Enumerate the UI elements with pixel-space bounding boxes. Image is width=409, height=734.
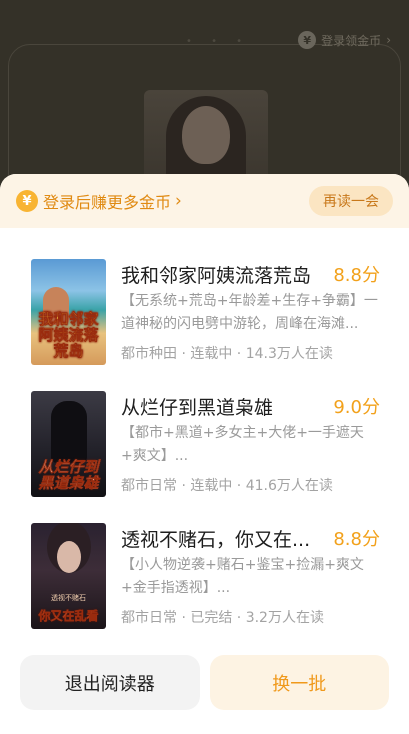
book-meta: 都市种田 · 连载中 · 14.3万人在读 xyxy=(121,346,333,362)
book-item[interactable]: 我和邻家阿姨流落荒岛 我和邻家阿姨流落荒岛 8.8分 【无系统+荒岛+年龄差+生… xyxy=(0,259,409,391)
book-description: 【无系统+荒岛+年龄差+生存+争霸】一道神秘的闪电劈中游轮，周峰在海滩... xyxy=(121,293,378,332)
book-meta: 都市日常 · 已完结 · 3.2万人在读 xyxy=(121,610,324,626)
book-list: 我和邻家阿姨流落荒岛 我和邻家阿姨流落荒岛 8.8分 【无系统+荒岛+年龄差+生… xyxy=(0,228,409,655)
refresh-batch-button[interactable]: 换一批 xyxy=(209,655,389,710)
book-title: 透视不赌石，你又在... xyxy=(121,529,311,551)
book-title: 我和邻家阿姨流落荒岛 xyxy=(121,265,312,287)
action-bar: 退出阅读器 换一批 xyxy=(0,655,409,710)
book-meta: 都市日常 · 连载中 · 41.6万人在读 xyxy=(121,478,333,494)
recommendation-sheet: ¥ 登录后赚更多金币 › 再读一会 我和邻家阿姨流落荒岛 我和邻家阿姨流落荒岛 … xyxy=(0,174,409,734)
login-coin-label: 登录领金币 xyxy=(321,33,382,48)
coin-icon: ¥ xyxy=(16,190,38,212)
chevron-right-icon: › xyxy=(175,191,182,211)
cover-title: 我和邻家阿姨流落荒岛 xyxy=(38,310,99,360)
chevron-right-icon: › xyxy=(386,33,391,47)
login-coin-link[interactable]: ¥ 登录领金币 › xyxy=(298,31,391,49)
book-description: 【都市+黑道+多女主+大佬+一手遮天+爽文】... xyxy=(121,425,364,464)
read-more-button[interactable]: 再读一会 xyxy=(309,186,393,216)
login-banner[interactable]: ¥ 登录后赚更多金币 › 再读一会 xyxy=(0,174,409,228)
book-score: 9.0分 xyxy=(333,397,380,418)
book-item[interactable]: 透视不赌石 你又在乱看 透视不赌石，你又在... 8.8分 【小人物逆袭+赌石+… xyxy=(0,523,409,655)
exit-reader-button[interactable]: 退出阅读器 xyxy=(20,655,200,710)
cover-title: 从烂仔到黑道枭雄 xyxy=(38,458,99,492)
book-cover[interactable]: 我和邻家阿姨流落荒岛 xyxy=(31,259,106,365)
book-description: 【小人物逆袭+赌石+鉴宝+捡漏+爽文+金手指透视】... xyxy=(121,557,364,596)
book-score: 8.8分 xyxy=(333,265,380,286)
coin-icon: ¥ xyxy=(298,31,317,49)
book-cover[interactable]: 透视不赌石 你又在乱看 xyxy=(31,523,106,629)
login-banner-text: 登录后赚更多金币 xyxy=(43,193,172,212)
book-title: 从烂仔到黑道枭雄 xyxy=(121,397,274,419)
book-score: 8.8分 xyxy=(333,529,380,550)
cover-title: 你又在乱看 xyxy=(38,609,99,623)
book-item[interactable]: 从烂仔到黑道枭雄 从烂仔到黑道枭雄 9.0分 【都市+黑道+多女主+大佬+一手遮… xyxy=(0,391,409,523)
book-cover[interactable]: 从烂仔到黑道枭雄 xyxy=(31,391,106,497)
cover-subtitle: 透视不赌石 xyxy=(51,594,86,602)
